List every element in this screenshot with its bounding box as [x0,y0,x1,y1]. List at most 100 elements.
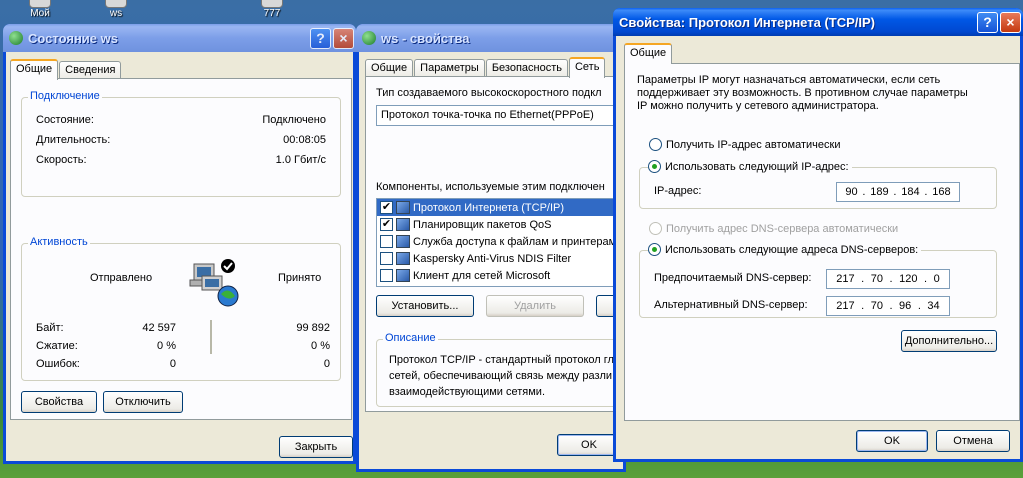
checkbox[interactable] [380,235,393,248]
compression-received: 0 % [311,340,330,352]
close-button[interactable]: × [333,27,354,49]
tab-general[interactable]: Общие [365,59,414,77]
list-item[interactable]: Клиент для сетей Microsoft [377,267,627,284]
tab-general[interactable]: Общие [624,43,673,64]
close-button[interactable]: × [1000,11,1021,33]
bytes-sent: 42 597 [142,322,176,334]
ip-octet: 96 [899,300,912,312]
advanced-button[interactable]: Дополнительно... [901,330,997,352]
preferred-dns-input[interactable]: 217. 70. 120. 0 [826,269,950,289]
ip-octet: 217 [836,273,855,285]
tab-details[interactable]: Сведения [59,61,122,79]
help-button[interactable]: ? [310,27,331,49]
radio-dot [648,243,661,256]
disconnect-button[interactable]: Отключить [103,391,183,413]
tab-strip: Общие Сведения [10,58,122,80]
components-list[interactable]: ✔ Протокол Интернета (TCP/IP) ✔ Планиров… [376,198,628,287]
connection-group-title: Подключение [28,90,102,102]
dns-manual-group: Использовать следующие адреса DNS-сервер… [639,243,997,318]
radio-label: Использовать следующие адреса DNS-сервер… [665,243,919,256]
tcpip-window: Свойства: Протокол Интернета (TCP/IP) ? … [613,8,1023,462]
ip-address-input[interactable]: 90. 189. 184. 168 [836,182,960,202]
description-line: Протокол TCP/IP - стандартный протокол г… [389,354,614,366]
properties-window-titlebar[interactable]: ws - свойства [356,24,626,52]
checkbox[interactable] [380,252,393,265]
radio-label: Использовать следующий IP-адрес: [665,160,849,173]
ok-button[interactable]: OK [856,430,928,452]
radio-dot [649,138,662,151]
octet-dot: . [924,273,928,285]
octet-dot: . [924,186,928,198]
install-button[interactable]: Установить... [376,295,474,317]
radio-label: Получить адрес DNS-сервера автоматически [666,222,899,235]
remove-button[interactable]: Удалить [486,295,584,317]
properties-button[interactable]: Свойства [21,391,97,413]
checkbox[interactable] [380,269,393,282]
octet-dot: . [889,300,893,312]
octet-dot: . [861,273,865,285]
window-title: ws - свойства [381,30,470,46]
service-icon [396,235,410,248]
checkbox[interactable]: ✔ [380,201,393,214]
desktop-icon-my-computer[interactable]: Мой [24,0,56,19]
activity-divider [210,320,212,354]
tab-network[interactable]: Сеть [568,57,606,78]
connection-group: Подключение Состояние: Подключено Длител… [21,90,341,197]
ip-manual-radio[interactable]: Использовать следующий IP-адрес: [648,160,852,173]
description-line: взаимодействующими сетями. [389,386,546,398]
alternate-dns-input[interactable]: 217. 70. 96. 34 [826,296,950,316]
ip-octet: 168 [932,186,951,198]
network-activity-icon [189,259,239,307]
activity-group: Активность Отправлено Принято Байт: 42 5… [21,236,341,381]
ip-octet: 189 [870,186,889,198]
ip-auto-radio[interactable]: Получить IP-адрес автоматически [649,138,840,151]
dns-manual-radio[interactable]: Использовать следующие адреса DNS-сервер… [648,243,922,256]
close-dialog-button[interactable]: Закрыть [279,436,353,458]
tab-panel: Подключение Состояние: Подключено Длител… [10,78,352,420]
octet-dot: . [861,300,865,312]
network-globe-icon [9,31,23,45]
speed-value: 1.0 Гбит/с [275,154,326,166]
alternate-dns-label: Альтернативный DNS-сервер: [654,299,808,311]
tab-security[interactable]: Безопасность [485,59,568,77]
tab-general[interactable]: Общие [10,59,59,80]
properties-window: ws - свойства Общие Параметры Безопаснос… [356,24,636,472]
ip-octet: 120 [899,273,918,285]
speed-label: Скорость: [36,154,87,166]
desktop-icon-ws[interactable]: ws [100,0,132,19]
tab-strip: Общие Параметры Безопасность Сеть [365,56,606,78]
status-window-titlebar[interactable]: Состояние ws ? × [3,24,356,52]
list-item[interactable]: ✔ Планировщик пакетов QoS [377,216,627,233]
cancel-button[interactable]: Отмена [936,430,1010,452]
checkbox[interactable]: ✔ [380,218,393,231]
tcpip-window-titlebar[interactable]: Свойства: Протокол Интернета (TCP/IP) ? … [613,8,1023,36]
computer-icon [29,0,51,8]
protocol-icon [396,252,410,265]
list-item[interactable]: ✔ Протокол Интернета (TCP/IP) [377,199,627,216]
tab-parameters[interactable]: Параметры [414,59,485,77]
list-item[interactable]: Kaspersky Anti-Virus NDIS Filter [377,250,627,267]
list-item-label: Протокол Интернета (TCP/IP) [413,201,565,214]
ip-octet: 217 [836,300,855,312]
help-button[interactable]: ? [977,11,998,33]
network-connection-icon [105,0,127,8]
bytes-label: Байт: [36,322,64,334]
connection-type-field[interactable]: Протокол точка-точка по Ethernet(PPPoE) [376,105,628,126]
desktop-icon-777[interactable]: 777 [256,0,288,19]
intro-line: Параметры IP могут назначаться автоматич… [637,74,941,86]
dns-auto-radio[interactable]: Получить адрес DNS-сервера автоматически [649,222,898,235]
ip-octet: 34 [927,300,940,312]
intro-line: поддерживает эту возможность. В противно… [637,87,968,99]
description-group: Описание Протокол TCP/IP - стандартный п… [376,332,632,407]
ok-button[interactable]: OK [557,434,621,456]
description-group-title: Описание [383,332,438,344]
tab-panel: Параметры IP могут назначаться автоматич… [624,63,1020,421]
service-icon [396,218,410,231]
components-label: Компоненты, используемые этим подключен [376,181,605,193]
ip-octet: 70 [870,273,883,285]
state-label: Состояние: [36,114,94,126]
list-item-label: Клиент для сетей Microsoft [413,269,551,282]
radio-dot [648,160,661,173]
ip-address-label: IP-адрес: [654,185,702,197]
list-item[interactable]: Служба доступа к файлам и принтерам [377,233,627,250]
